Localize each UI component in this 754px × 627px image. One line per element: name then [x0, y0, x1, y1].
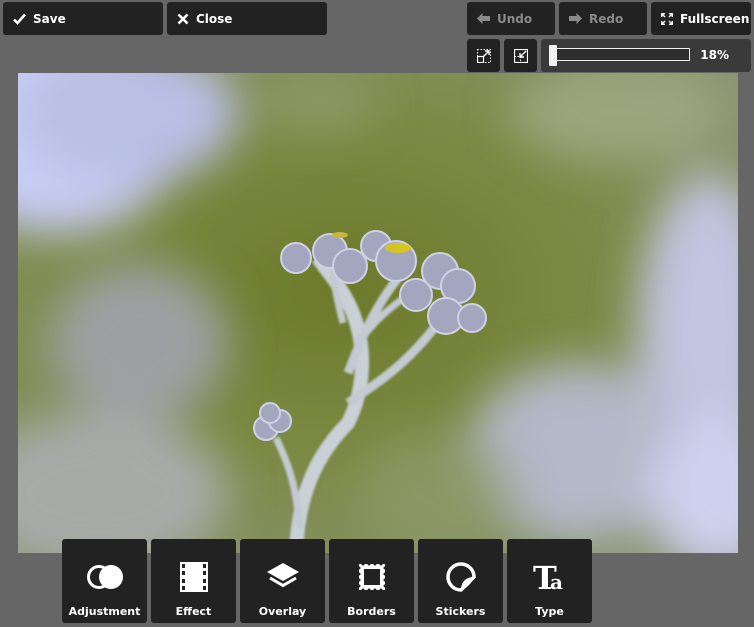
tool-label: Type	[535, 605, 564, 618]
stamp-border-icon	[357, 555, 387, 599]
save-button[interactable]: Save	[3, 2, 163, 35]
undo-label: Undo	[497, 11, 533, 26]
redo-label: Redo	[589, 11, 624, 26]
zoom-slider-handle[interactable]	[549, 45, 557, 66]
shrink-icon	[476, 48, 491, 63]
zoom-slider-track[interactable]	[550, 48, 690, 61]
close-button[interactable]: Close	[167, 2, 327, 35]
tool-label: Adjustment	[68, 605, 141, 618]
tool-overlay[interactable]: Overlay	[240, 539, 325, 623]
save-label: Save	[33, 11, 66, 26]
photo-canvas[interactable]	[18, 73, 738, 553]
redo-button[interactable]: Redo	[559, 2, 647, 35]
tool-label: Stickers	[435, 605, 486, 618]
type-icon: Ta	[533, 555, 567, 599]
close-label: Close	[196, 11, 233, 26]
tool-label: Borders	[347, 605, 396, 618]
close-icon	[177, 13, 189, 25]
sticker-icon	[445, 555, 477, 599]
tool-borders[interactable]: Borders	[329, 539, 414, 623]
fullscreen-icon	[661, 12, 673, 25]
zoom-level-label: 18%	[700, 48, 729, 62]
fullscreen-label: Fullscreen	[680, 11, 750, 26]
tool-adjustment[interactable]: Adjustment	[62, 539, 147, 623]
film-strip-icon	[179, 555, 208, 599]
flower-photo	[18, 73, 738, 553]
svg-text:a: a	[550, 570, 563, 593]
zoom-slider-panel: 18%	[541, 39, 751, 72]
layers-icon	[266, 555, 300, 599]
tool-stickers[interactable]: Stickers	[418, 539, 503, 623]
tool-effect[interactable]: Effect	[151, 539, 236, 623]
tool-type[interactable]: Ta Type	[507, 539, 592, 623]
expand-icon	[513, 48, 528, 63]
zoom-out-button[interactable]	[467, 39, 500, 72]
undo-button[interactable]: Undo	[467, 2, 555, 35]
fullscreen-button[interactable]: Fullscreen	[651, 2, 751, 35]
arrow-left-icon	[477, 13, 490, 24]
arrow-right-icon	[569, 13, 582, 24]
adjustment-icon	[86, 555, 124, 599]
zoom-in-button[interactable]	[504, 39, 537, 72]
tool-label: Effect	[175, 605, 212, 618]
checkmark-icon	[13, 13, 26, 25]
tool-label: Overlay	[258, 605, 307, 618]
